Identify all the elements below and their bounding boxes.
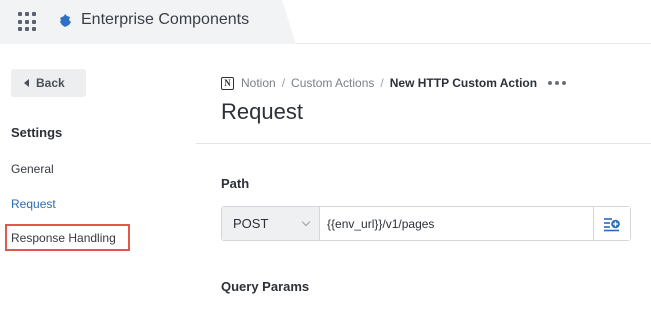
path-label: Path bbox=[221, 176, 250, 191]
breadcrumb-custom-actions[interactable]: Custom Actions bbox=[291, 76, 374, 90]
back-button-label: Back bbox=[36, 76, 65, 90]
breadcrumb-separator: / bbox=[281, 76, 286, 90]
sidebar-item-response-handling[interactable]: Response Handling bbox=[11, 231, 116, 245]
divider bbox=[196, 143, 651, 144]
sidebar: Back Settings General Request Response H… bbox=[0, 45, 196, 314]
breadcrumb: N Notion / Custom Actions / New HTTP Cus… bbox=[221, 76, 567, 90]
method-select[interactable]: POST bbox=[222, 207, 320, 240]
breadcrumb-notion[interactable]: Notion bbox=[241, 76, 276, 90]
sidebar-item-general[interactable]: General bbox=[11, 162, 54, 176]
puzzle-icon bbox=[60, 14, 71, 27]
breadcrumb-separator: / bbox=[380, 76, 384, 90]
sidebar-item-request[interactable]: Request bbox=[11, 197, 56, 211]
url-input[interactable] bbox=[320, 207, 593, 240]
notion-icon: N bbox=[221, 76, 234, 90]
more-horizontal-icon[interactable] bbox=[548, 81, 567, 85]
main-content: N Notion / Custom Actions / New HTTP Cus… bbox=[196, 45, 651, 314]
query-params-label: Query Params bbox=[221, 279, 310, 294]
method-value: POST bbox=[233, 216, 269, 231]
chevron-down-icon bbox=[301, 217, 311, 227]
add-variable-button[interactable] bbox=[593, 207, 630, 240]
grid-icon[interactable] bbox=[18, 12, 38, 32]
top-bar: Enterprise Components bbox=[0, 0, 651, 44]
path-field-group: POST bbox=[221, 206, 631, 241]
app-title: Enterprise Components bbox=[81, 11, 250, 28]
page-title: Request bbox=[221, 99, 303, 124]
back-arrow-icon bbox=[24, 79, 29, 87]
back-button[interactable]: Back bbox=[11, 69, 86, 97]
sidebar-section-title: Settings bbox=[11, 125, 63, 140]
add-variable-icon bbox=[604, 217, 620, 231]
breadcrumb-current: New HTTP Custom Action bbox=[389, 76, 538, 90]
